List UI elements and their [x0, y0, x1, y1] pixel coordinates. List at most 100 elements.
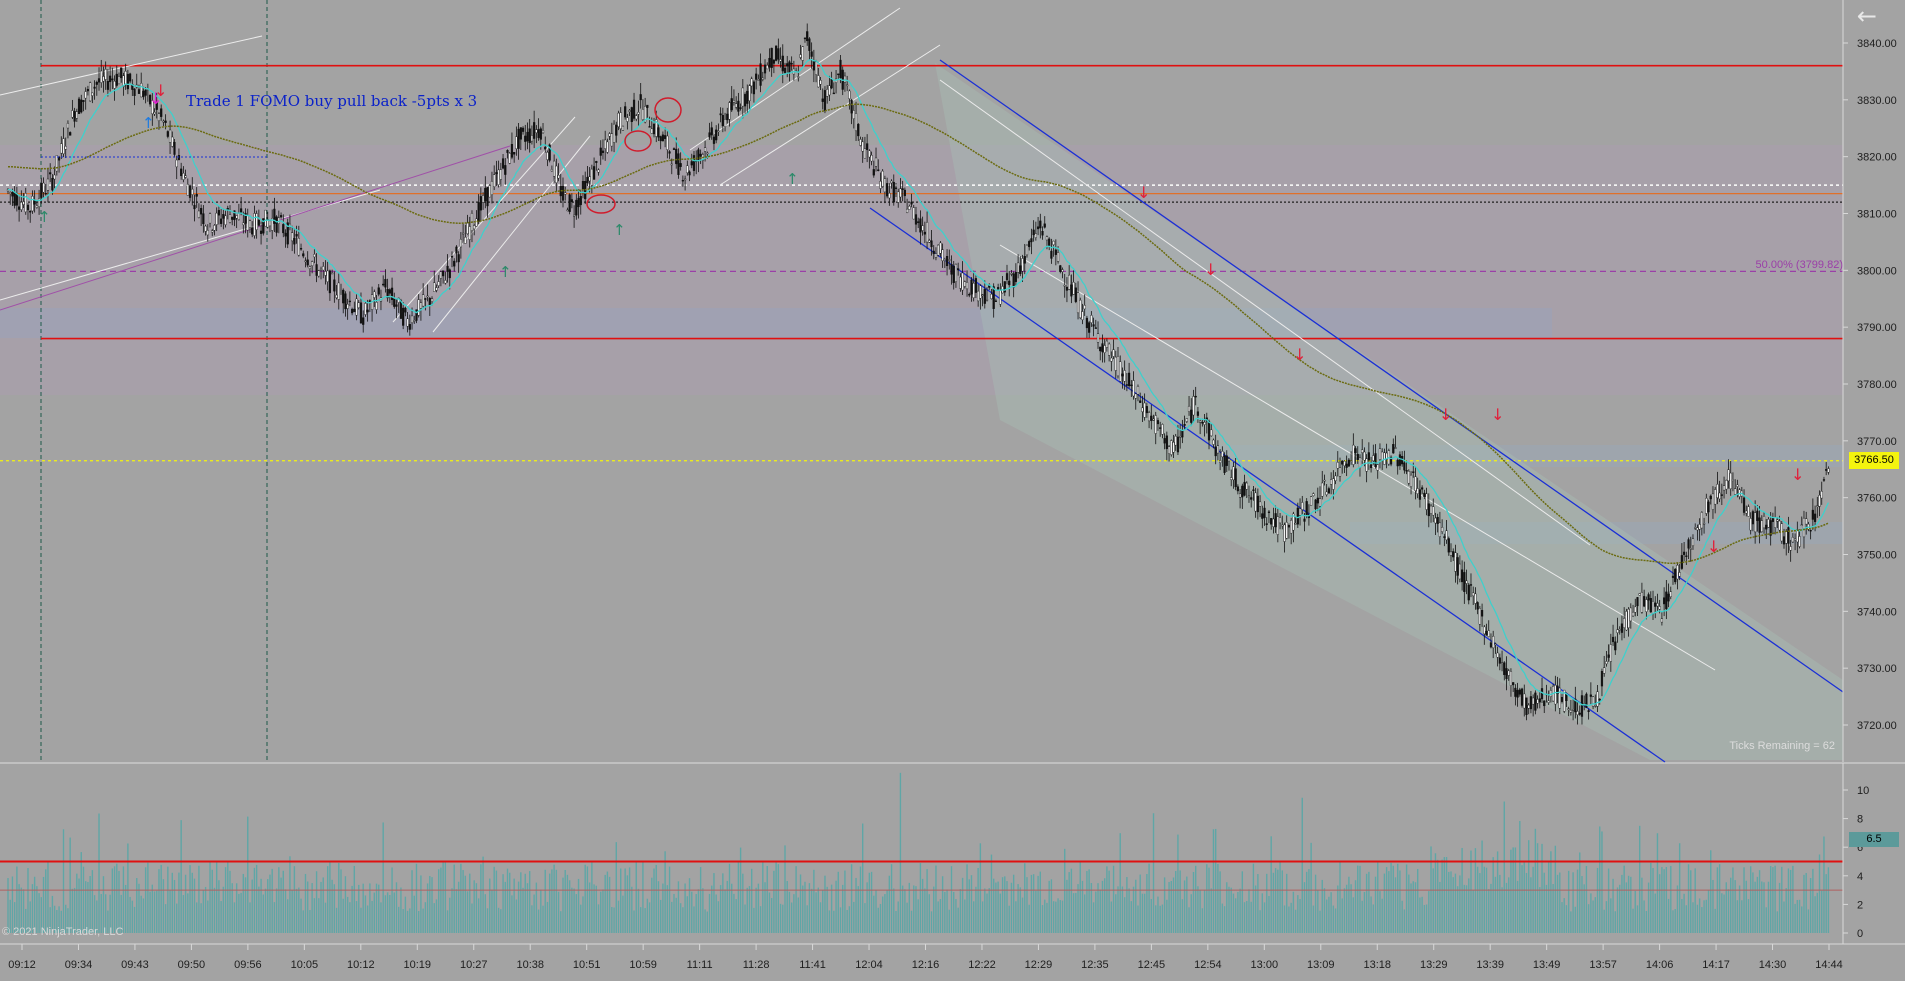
- candle-body: [1127, 372, 1131, 387]
- volume-bar: [1106, 866, 1108, 933]
- price-chart[interactable]: ↓↓↓↓↓ ↓↓↓↑↑↑↑↑↓3840.003830.003820.003810.…: [0, 0, 1905, 976]
- candle-body: [746, 90, 749, 104]
- candle-body: [1156, 420, 1160, 425]
- candle-body: [886, 183, 889, 197]
- volume-bar: [1274, 868, 1277, 933]
- volume-bar: [1547, 861, 1550, 933]
- volume-bar: [1157, 896, 1159, 933]
- candle-body: [801, 46, 804, 61]
- volume-bar: [78, 878, 80, 933]
- volume-bar: [378, 884, 380, 933]
- candle-body: [344, 293, 347, 310]
- candle-body: [1758, 517, 1761, 533]
- candle-body: [939, 242, 942, 254]
- candle-body: [1827, 468, 1830, 473]
- volume-bar: [959, 889, 962, 933]
- candle-body: [1432, 506, 1435, 516]
- volume-bar: [1161, 904, 1164, 933]
- volume-bar: [82, 866, 85, 933]
- volume-bar: [1592, 900, 1594, 933]
- candle-body: [608, 133, 611, 137]
- candle-body: [1805, 518, 1808, 525]
- candle-body: [1294, 523, 1297, 525]
- volume-bar: [1663, 869, 1665, 933]
- volume-bar: [1563, 898, 1565, 933]
- candle-body: [943, 259, 946, 261]
- volume-bar: [1634, 890, 1636, 933]
- volume-bar: [973, 901, 975, 933]
- time-tick-label: 09:34: [65, 959, 93, 971]
- candle-body: [1234, 468, 1237, 488]
- volume-bar: [748, 886, 751, 933]
- candle-body: [950, 263, 953, 275]
- volume-bar: [291, 890, 293, 933]
- candle-body: [723, 119, 727, 127]
- candle-body: [1776, 519, 1779, 522]
- time-tick-label: 14:30: [1759, 959, 1787, 971]
- candle-body: [1181, 430, 1184, 438]
- volume-bar: [955, 899, 957, 933]
- volume-bar: [997, 881, 999, 933]
- candle-body: [1065, 286, 1069, 291]
- candle-body: [883, 178, 886, 193]
- candle-body: [1618, 628, 1621, 631]
- candle-body: [912, 207, 915, 220]
- candle-body: [1467, 584, 1470, 601]
- volume-bar: [964, 899, 966, 933]
- volume-bar: [1603, 909, 1605, 933]
- volume-bar: [828, 910, 831, 933]
- candle-body: [1212, 439, 1215, 445]
- volume-bar: [1143, 893, 1146, 933]
- candle-body: [590, 168, 593, 186]
- volume-bar: [129, 896, 131, 933]
- candle-body: [1796, 529, 1799, 543]
- volume-bar: [1092, 902, 1095, 933]
- candle-body: [870, 155, 873, 162]
- candle-body: [1421, 487, 1424, 490]
- candle-body: [97, 78, 101, 83]
- candle-body: [1793, 538, 1797, 541]
- volume-bar: [1121, 886, 1124, 933]
- volume-bar: [1707, 890, 1710, 933]
- candle-body: [879, 181, 882, 189]
- volume-bar: [564, 869, 566, 933]
- candle-body: [100, 70, 103, 83]
- volume-bar: [1621, 874, 1623, 933]
- volume-bar: [1243, 902, 1246, 933]
- candle-body: [1083, 305, 1086, 310]
- volume-bar: [322, 877, 324, 933]
- candle-body: [1079, 299, 1082, 319]
- volume-bar: [1292, 891, 1295, 933]
- candle-body: [1667, 593, 1670, 602]
- candle-body: [839, 59, 842, 78]
- chart-canvas[interactable]: ↓ ↓ ↓ ↓ ↓ ↓ ↓ ↓ ↑ ↑ ↑ ↑ ↑ ↓ 3840.00 3830.00 3820.00 3810.…: [0, 0, 1905, 976]
- volume-bar: [795, 866, 797, 933]
- candle-body: [586, 176, 589, 184]
- candle-body: [1043, 223, 1046, 228]
- candle-body: [1669, 591, 1672, 597]
- candle-body: [1505, 668, 1508, 680]
- candle-body: [846, 84, 849, 87]
- volume-bar: [957, 907, 959, 933]
- volume-bar: [808, 883, 811, 933]
- volume-bar: [69, 837, 71, 933]
- volume-bar: [475, 883, 478, 933]
- candle-body: [1210, 429, 1213, 437]
- back-arrow-icon[interactable]: ←: [1857, 2, 1877, 30]
- candle-body: [128, 73, 132, 82]
- candle-body: [810, 51, 813, 57]
- candle-body: [80, 99, 83, 113]
- volume-bar: [1690, 870, 1692, 933]
- candle-body: [1045, 236, 1049, 241]
- candle-body: [1261, 513, 1264, 519]
- candle-body: [1108, 343, 1111, 356]
- volume-bar: [726, 880, 728, 933]
- volume-bar: [762, 862, 764, 933]
- candle-body: [1607, 654, 1610, 658]
- candle-body: [1363, 451, 1366, 461]
- candle-body: [1800, 524, 1803, 526]
- candle-body: [997, 287, 1000, 290]
- candle-body: [1609, 644, 1612, 662]
- volume-bar: [1228, 886, 1230, 933]
- candle-body: [339, 292, 343, 294]
